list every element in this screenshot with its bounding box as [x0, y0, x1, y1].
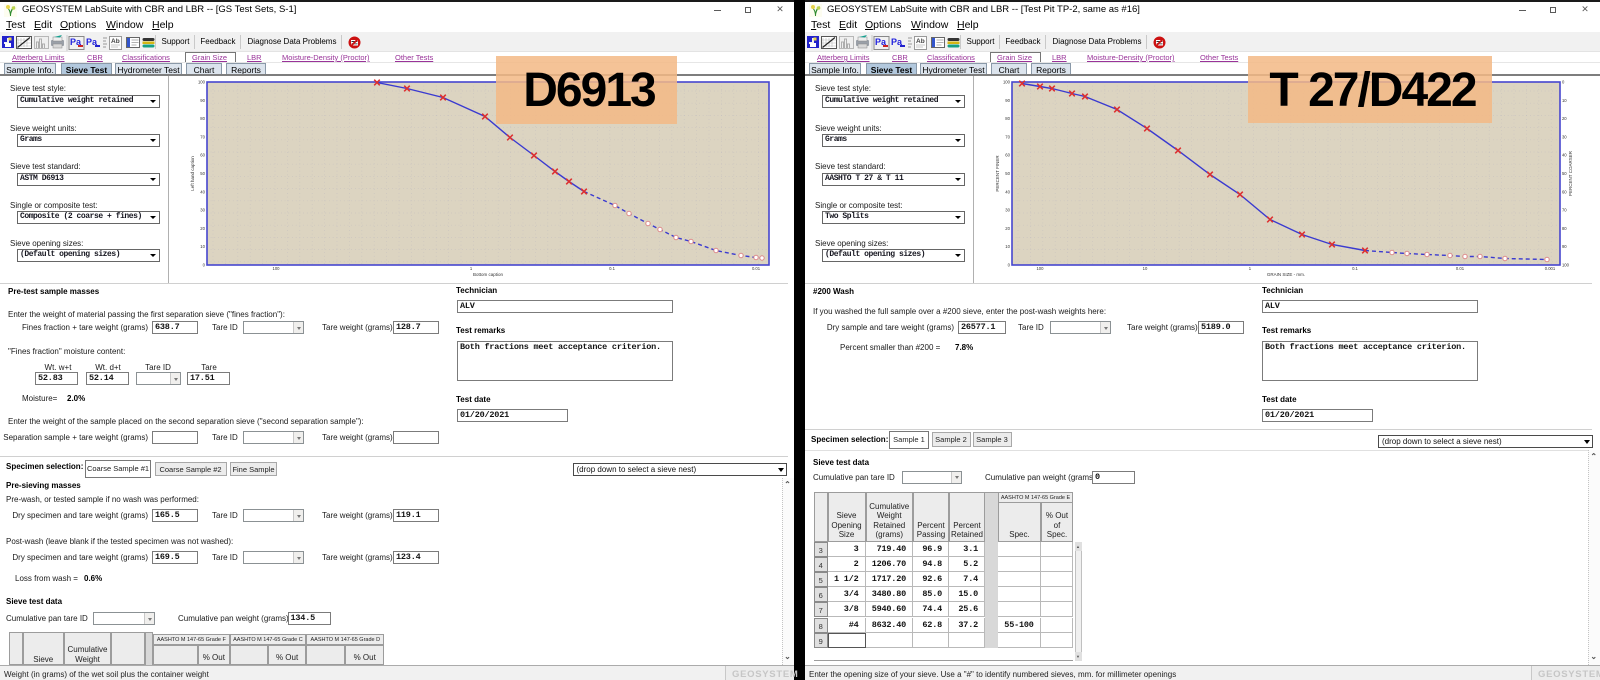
svg-text:PERCENT COARSER: PERCENT COARSER [1568, 150, 1573, 196]
svg-text:10: 10 [200, 244, 205, 249]
svg-text:0: 0 [1008, 262, 1011, 267]
svg-text:30: 30 [1562, 134, 1567, 139]
svg-text:70: 70 [1562, 207, 1567, 212]
svg-text:40: 40 [1562, 152, 1567, 157]
svg-text:40: 40 [1005, 189, 1010, 194]
svg-text:80: 80 [1562, 225, 1567, 230]
svg-text:100: 100 [1036, 266, 1044, 271]
svg-text:Ab: Ab [111, 38, 120, 45]
svg-text:0.1: 0.1 [1352, 266, 1358, 271]
svg-text:1: 1 [470, 266, 473, 271]
svg-text:20: 20 [1005, 225, 1010, 230]
svg-text:0.01: 0.01 [1456, 266, 1465, 271]
svg-text:70: 70 [200, 134, 205, 139]
svg-text:0: 0 [1562, 79, 1565, 84]
svg-text:GRAIN SIZE - mm.: GRAIN SIZE - mm. [1267, 272, 1305, 277]
svg-text:0: 0 [203, 262, 206, 267]
svg-text:100: 100 [198, 79, 206, 84]
svg-text:0.001: 0.001 [1545, 266, 1556, 271]
svg-text:30: 30 [200, 207, 205, 212]
svg-text:20: 20 [1562, 116, 1567, 121]
svg-text:80: 80 [1005, 116, 1010, 121]
svg-text:100: 100 [273, 266, 281, 271]
svg-text:50: 50 [200, 170, 205, 175]
svg-text:100: 100 [1003, 79, 1011, 84]
svg-text:40: 40 [200, 189, 205, 194]
svg-text:50: 50 [1005, 170, 1010, 175]
svg-text:70: 70 [1005, 134, 1010, 139]
svg-text:50: 50 [1562, 170, 1567, 175]
svg-text:20: 20 [200, 225, 205, 230]
svg-text:80: 80 [200, 116, 205, 121]
svg-text:60: 60 [1562, 189, 1567, 194]
svg-text:Ab: Ab [916, 38, 925, 45]
svg-text:90: 90 [1005, 97, 1010, 102]
svg-text:0.1: 0.1 [609, 266, 615, 271]
svg-text:0.01: 0.01 [752, 266, 761, 271]
svg-text:60: 60 [200, 152, 205, 157]
svg-text:100: 100 [1562, 262, 1570, 267]
svg-text:60: 60 [1005, 152, 1010, 157]
svg-text:10: 10 [1562, 97, 1567, 102]
svg-text:1: 1 [1249, 266, 1252, 271]
svg-text:PERCENT FINER: PERCENT FINER [995, 154, 1000, 191]
svg-text:90: 90 [1562, 244, 1567, 249]
svg-text:Bottom caption: Bottom caption [473, 272, 504, 277]
svg-text:10: 10 [1143, 266, 1148, 271]
svg-text:90: 90 [200, 97, 205, 102]
svg-text:30: 30 [1005, 207, 1010, 212]
svg-text:Left hand caption: Left hand caption [190, 155, 195, 190]
svg-text:10: 10 [1005, 244, 1010, 249]
